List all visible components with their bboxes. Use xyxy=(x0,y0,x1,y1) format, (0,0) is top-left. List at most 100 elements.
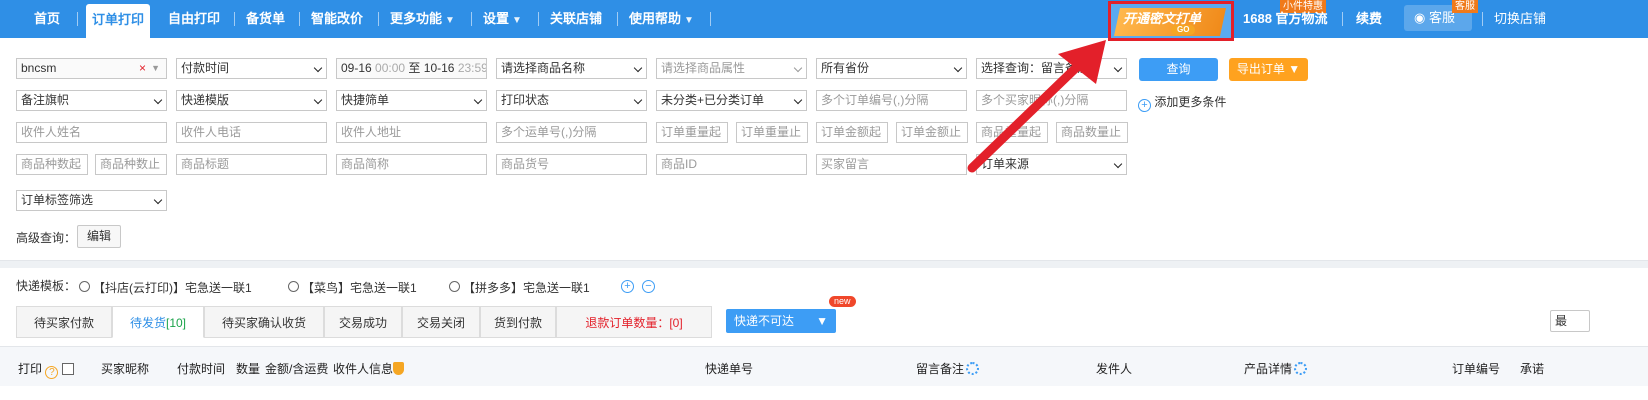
nav-separator xyxy=(1342,12,1343,26)
template-radio-douyin[interactable] xyxy=(79,281,90,292)
product-qty-to-input[interactable]: 商品数量止 xyxy=(1056,122,1128,143)
chevron-down-icon: ▼ xyxy=(684,15,694,26)
clear-icon[interactable]: × xyxy=(139,59,146,78)
tab-refund-orders[interactable]: 退款订单数量：[0] xyxy=(556,306,712,338)
order-weight-to-input[interactable]: 订单重量止 xyxy=(736,122,808,143)
product-id-input[interactable]: 商品ID xyxy=(656,154,807,175)
express-unreachable-dropdown[interactable]: 快递不可达 ▼ xyxy=(726,309,836,333)
nav-free-print[interactable]: 自由打印 xyxy=(168,0,220,38)
print-status-select[interactable]: 打印状态 xyxy=(496,90,647,111)
time-from: 00:00 xyxy=(375,61,406,75)
nav-settings[interactable]: 设置 ▼ xyxy=(483,0,522,38)
query-field-select[interactable]: 选择查询：留言备注 xyxy=(976,58,1127,79)
remove-template-icon[interactable]: − xyxy=(642,280,655,293)
add-template-icon[interactable]: + xyxy=(621,280,634,293)
nav-separator xyxy=(617,12,618,26)
order-weight-from-input[interactable]: 订单重量起 xyxy=(656,122,728,143)
receiver-name-input[interactable]: 收件人姓名 xyxy=(16,122,167,143)
template-radio-cainiao[interactable] xyxy=(288,281,299,292)
template-radio-pdd[interactable] xyxy=(449,281,460,292)
col-tracking: 快递单号 xyxy=(705,362,754,376)
headset-icon: ◉ xyxy=(1414,10,1429,25)
memo-flag-select[interactable]: 备注旗帜 xyxy=(16,90,167,111)
nav-home[interactable]: 首页 xyxy=(34,0,60,38)
province-select[interactable]: 所有省份 xyxy=(816,58,967,79)
nav-order-print[interactable]: 订单打印 xyxy=(86,4,151,38)
col-product-label: 产品详情 xyxy=(1244,362,1293,376)
quick-filter-select[interactable]: 快捷筛单 xyxy=(336,90,487,111)
promo-go: GO xyxy=(1171,25,1196,35)
top-nav-bar: 首页 订单打印 自由打印 备货单 智能改价 更多功能 ▼ 设置 ▼ 关联店铺 使用帮… xyxy=(0,0,1648,38)
gear-icon[interactable] xyxy=(966,362,980,375)
new-badge: new xyxy=(829,296,856,307)
right-edge-button[interactable]: 最 xyxy=(1550,310,1590,332)
tab-cod[interactable]: 货到付款 xyxy=(480,306,556,338)
tab-label: 待发货 xyxy=(129,316,166,330)
nav-separator xyxy=(299,12,300,26)
date-range-picker[interactable]: 09-16 00:00 至 10-16 23:59 xyxy=(336,58,487,79)
express-template-select[interactable]: 快递模版 xyxy=(176,90,327,111)
shop-select-value: bncsm xyxy=(21,61,57,75)
nav-smart-price[interactable]: 智能改价 xyxy=(311,0,363,38)
refund-count: [0] xyxy=(669,316,683,330)
col-buyer: 买家昵称 xyxy=(101,362,150,376)
product-attr-select[interactable]: 请选择商品属性 xyxy=(656,58,807,79)
section-divider xyxy=(0,260,1648,268)
export-orders-button[interactable]: 导出订单 ▼ xyxy=(1229,58,1308,81)
col-order-no: 订单编号 xyxy=(1452,362,1501,376)
order-tag-select[interactable]: 订单标签筛选 xyxy=(16,190,167,211)
col-receiver-label: 收件人信息 xyxy=(333,362,394,376)
nav-stock-list[interactable]: 备货单 xyxy=(246,0,285,38)
nav-linked-shops[interactable]: 关联店铺 xyxy=(550,0,602,38)
product-weight-from-input[interactable]: 商品重量起 xyxy=(976,122,1048,143)
nav-help[interactable]: 使用帮助 ▼ xyxy=(629,0,694,38)
receiver-phone-input[interactable]: 收件人电话 xyxy=(176,122,327,143)
tab-closed[interactable]: 交易关闭 xyxy=(402,306,480,338)
col-memo: 留言备注 xyxy=(916,360,980,377)
product-name-select[interactable]: 请选择商品名称 xyxy=(496,58,647,79)
tab-awaiting-payment[interactable]: 待买家付款 xyxy=(16,306,112,338)
product-kinds-to-input[interactable]: 商品种数止 xyxy=(95,154,167,175)
tab-completed[interactable]: 交易成功 xyxy=(324,306,402,338)
buyer-ids-input[interactable]: 多个买家昵称(,)分隔 xyxy=(976,90,1127,111)
order-source-select[interactable]: 订单来源 xyxy=(976,154,1127,175)
help-icon[interactable]: ? xyxy=(45,366,59,379)
dropdown-label: 快递不可达 xyxy=(734,314,795,328)
order-amount-from-input[interactable]: 订单金额起 xyxy=(816,122,888,143)
cipher-print-promo-banner[interactable]: 开通密文打单 GO xyxy=(1108,1,1234,41)
time-type-select[interactable]: 付款时间 xyxy=(176,58,327,79)
edit-button[interactable]: 编辑 xyxy=(77,225,121,248)
product-sku-input[interactable]: 商品货号 xyxy=(496,154,647,175)
nav-separator xyxy=(538,12,539,26)
gear-icon[interactable] xyxy=(1294,362,1308,375)
order-category-select[interactable]: 未分类+已分类订单 xyxy=(656,90,807,111)
date-to: 10-16 xyxy=(423,61,455,75)
product-kinds-from-input[interactable]: 商品种数起 xyxy=(16,154,88,175)
tracking-numbers-input[interactable]: 多个运单号(,)分隔 xyxy=(496,122,647,143)
nav-more-features[interactable]: 更多功能 ▼ xyxy=(390,0,455,38)
order-numbers-input[interactable]: 多个订单编号(,)分隔 xyxy=(816,90,967,111)
time-to: 23:59 xyxy=(457,61,487,75)
shop-select[interactable]: bncsm × ▼ xyxy=(16,58,167,79)
tab-awaiting-receipt[interactable]: 待买家确认收货 xyxy=(204,306,324,338)
product-title-input[interactable]: 商品标题 xyxy=(176,154,327,175)
query-button[interactable]: 查询 xyxy=(1139,58,1218,81)
col-amount: 金额/含运费 xyxy=(265,362,329,376)
select-all-checkbox[interactable] xyxy=(62,363,75,375)
switch-shop-link[interactable]: 切换店铺 xyxy=(1494,0,1546,38)
plus-circle-icon: + xyxy=(1138,99,1151,112)
nav-settings-label: 设置 xyxy=(483,11,510,26)
add-more-conditions-link[interactable]: + 添加更多条件 xyxy=(1138,93,1226,112)
receiver-address-input[interactable]: 收件人地址 xyxy=(336,122,487,143)
official-logistics-link[interactable]: 1688 官方物流 xyxy=(1243,0,1328,38)
product-short-name-input[interactable]: 商品简称 xyxy=(336,154,487,175)
caret-down-icon: ▼ xyxy=(816,314,828,328)
nav-separator xyxy=(378,12,379,26)
renew-link[interactable]: 续费 xyxy=(1356,0,1382,38)
tab-awaiting-shipment[interactable]: 待发货[10] xyxy=(112,306,204,338)
buyer-message-input[interactable]: 买家留言 xyxy=(816,154,967,175)
col-memo-label: 留言备注 xyxy=(916,362,965,376)
date-from: 09-16 xyxy=(341,61,372,75)
order-amount-to-input[interactable]: 订单金额止 xyxy=(896,122,968,143)
nav-separator xyxy=(710,12,711,26)
